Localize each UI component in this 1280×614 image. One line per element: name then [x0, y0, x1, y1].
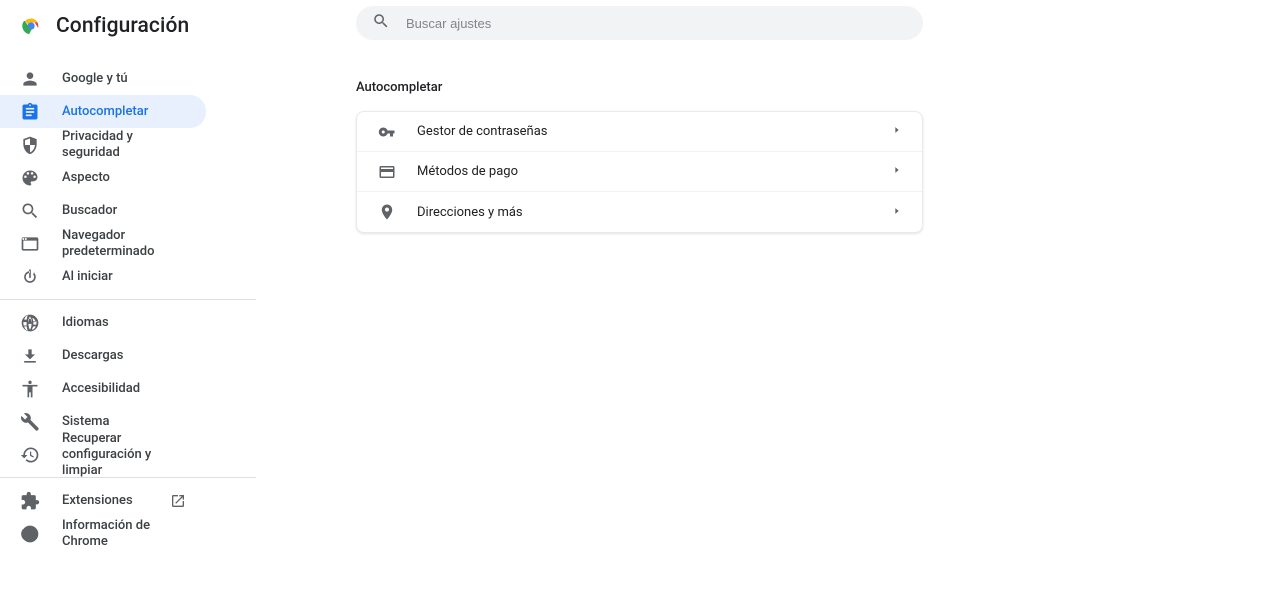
sidebar: Configuración Google y tú Autocompletar …	[0, 0, 256, 614]
key-icon	[377, 122, 397, 142]
open-external-icon	[170, 493, 186, 509]
sidebar-item-idiomas[interactable]: Idiomas	[0, 306, 206, 339]
download-icon	[20, 346, 40, 366]
credit-card-icon	[377, 162, 397, 182]
sidebar-item-label: Aspecto	[62, 170, 186, 186]
power-icon	[20, 267, 40, 287]
sidebar-item-buscador[interactable]: Buscador	[0, 194, 206, 227]
wrench-icon	[20, 412, 40, 432]
sidebar-item-label: Autocompletar	[62, 104, 186, 120]
nav-group-1: Idiomas Descargas Accesibilidad Sistema …	[0, 300, 256, 477]
search-icon	[20, 201, 40, 221]
main-content: Autocompletar Gestor de contraseñas Méto…	[256, 0, 1280, 614]
section-title: Autocompletar	[356, 80, 1280, 95]
place-icon	[377, 202, 397, 222]
sidebar-item-label: Recuperar configuración y limpiar	[62, 431, 186, 479]
sidebar-item-label: Navegador predeterminado	[62, 228, 186, 260]
chrome-icon	[20, 524, 40, 544]
chevron-right-icon	[892, 124, 902, 139]
row-addresses[interactable]: Direcciones y más	[357, 192, 922, 232]
row-label: Direcciones y más	[417, 205, 892, 220]
row-password-manager[interactable]: Gestor de contraseñas	[357, 112, 922, 152]
sidebar-item-privacidad[interactable]: Privacidad y seguridad	[0, 128, 206, 161]
sidebar-item-label: Información de Chrome	[62, 518, 186, 550]
browser-icon	[20, 234, 40, 254]
sidebar-item-al-iniciar[interactable]: Al iniciar	[0, 260, 206, 293]
sidebar-item-informacion-chrome[interactable]: Información de Chrome	[0, 517, 206, 550]
shield-icon	[20, 135, 40, 155]
sidebar-item-label: Al iniciar	[62, 269, 186, 285]
sidebar-item-label: Descargas	[62, 348, 186, 364]
sidebar-item-recuperar[interactable]: Recuperar configuración y limpiar	[0, 438, 206, 471]
autofill-card: Gestor de contraseñas Métodos de pago Di…	[356, 111, 923, 233]
sidebar-item-label: Idiomas	[62, 315, 186, 331]
sidebar-item-label: Sistema	[62, 414, 186, 430]
sidebar-item-label: Accesibilidad	[62, 381, 186, 397]
sidebar-item-google-y-tu[interactable]: Google y tú	[0, 62, 206, 95]
row-label: Gestor de contraseñas	[417, 124, 892, 139]
nav-group-0: Google y tú Autocompletar Privacidad y s…	[0, 56, 256, 299]
sidebar-item-autocompletar[interactable]: Autocompletar	[0, 95, 206, 128]
sidebar-item-extensiones[interactable]: Extensiones	[0, 484, 206, 517]
person-icon	[20, 69, 40, 89]
sidebar-header: Configuración	[0, 0, 256, 56]
chrome-logo-icon	[20, 15, 42, 37]
page-title: Configuración	[56, 14, 189, 38]
chevron-right-icon	[892, 205, 902, 220]
assignment-icon	[20, 102, 40, 122]
nav-group-2: Extensiones Información de Chrome	[0, 478, 256, 556]
search-bar[interactable]	[356, 6, 923, 40]
globe-icon	[20, 313, 40, 333]
search-icon	[372, 12, 406, 34]
sidebar-item-label: Buscador	[62, 203, 186, 219]
sidebar-item-navegador-predeterminado[interactable]: Navegador predeterminado	[0, 227, 206, 260]
palette-icon	[20, 168, 40, 188]
sidebar-item-label: Extensiones	[62, 493, 170, 509]
sidebar-item-descargas[interactable]: Descargas	[0, 339, 206, 372]
row-payment-methods[interactable]: Métodos de pago	[357, 152, 922, 192]
row-label: Métodos de pago	[417, 164, 892, 179]
sidebar-item-label: Google y tú	[62, 71, 186, 87]
accessibility-icon	[20, 379, 40, 399]
sidebar-item-label: Privacidad y seguridad	[62, 129, 186, 161]
restore-icon	[20, 445, 40, 465]
chevron-right-icon	[892, 164, 902, 179]
extension-icon	[20, 491, 40, 511]
search-input[interactable]	[406, 16, 907, 31]
sidebar-item-aspecto[interactable]: Aspecto	[0, 161, 206, 194]
sidebar-item-accesibilidad[interactable]: Accesibilidad	[0, 372, 206, 405]
